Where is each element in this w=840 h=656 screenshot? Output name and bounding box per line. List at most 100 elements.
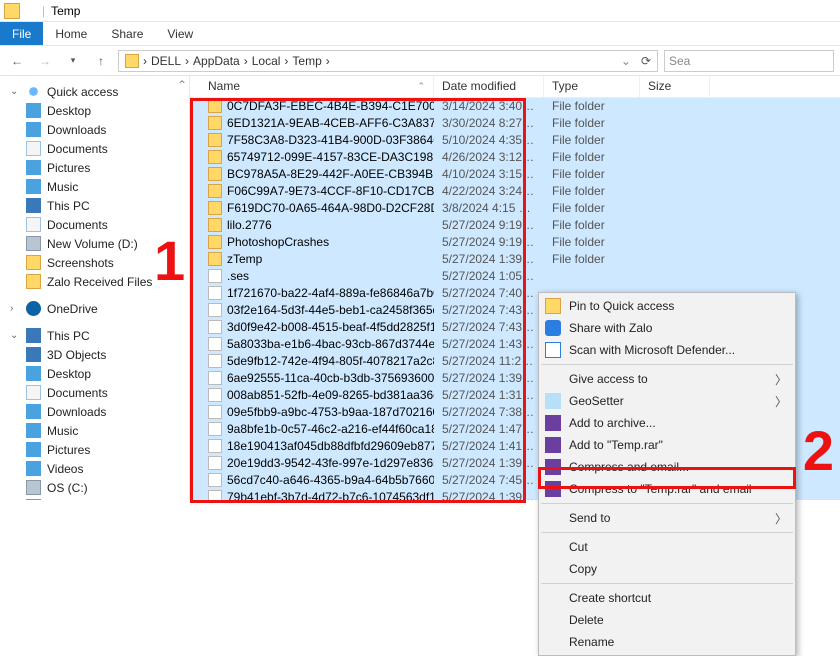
menu-copy[interactable]: Copy: [539, 558, 795, 580]
file-tab[interactable]: File: [0, 22, 43, 45]
table-row[interactable]: 65749712-099E-4157-83CE-DA3C198BDA174/26…: [190, 149, 840, 166]
column-date[interactable]: Date modified: [434, 76, 544, 97]
table-row[interactable]: F619DC70-0A65-464A-98D0-D2CF28D2F1753/8/…: [190, 200, 840, 217]
file-type: File folder: [544, 235, 640, 249]
menu-create-shortcut[interactable]: Create shortcut: [539, 587, 795, 609]
file-name: .ses: [227, 269, 249, 283]
chevron-up-icon[interactable]: ⌃: [177, 78, 187, 92]
search-placeholder: Sea: [669, 54, 690, 68]
file-name: F619DC70-0A65-464A-98D0-D2CF28D2F175: [227, 201, 434, 215]
up-button[interactable]: ↑: [90, 50, 112, 72]
sidebar-item[interactable]: Desktop: [0, 101, 189, 120]
downloads-icon: [26, 404, 41, 419]
pc-icon: [26, 198, 41, 213]
address-bar: ← → ▾ ↑ › DELL › AppData › Local › Temp …: [0, 46, 840, 76]
file-type: File folder: [544, 150, 640, 164]
file-name: BC978A5A-8E29-442F-A0EE-CB394BF25B7F: [227, 167, 434, 181]
tab-share[interactable]: Share: [99, 22, 155, 45]
file-name: 008ab851-52fb-4e09-8265-bd381aa36d0f.tmp: [227, 388, 434, 402]
sidebar-item[interactable]: Zalo Received Files: [0, 272, 189, 291]
file-name: 56cd7c40-a646-4365-b9a4-64b5b7660991.tmp: [227, 473, 434, 487]
crumb[interactable]: Temp: [292, 54, 321, 68]
table-row[interactable]: lilo.27765/27/2024 9:19 AMFile folder: [190, 217, 840, 234]
sidebar-item[interactable]: Pictures: [0, 440, 189, 459]
breadcrumb[interactable]: › DELL › AppData › Local › Temp › ⌄ ⟳: [118, 50, 658, 72]
file-name: 1f721670-ba22-4af4-889a-fe86846a7b03.tmp: [227, 286, 434, 300]
crumb[interactable]: Local: [252, 54, 281, 68]
tab-home[interactable]: Home: [43, 22, 99, 45]
tab-view[interactable]: View: [155, 22, 205, 45]
archive-icon: [545, 437, 561, 453]
archive-icon: [545, 415, 561, 431]
table-row[interactable]: 7F58C3A8-D323-41B4-900D-03F38646A1B05/10…: [190, 132, 840, 149]
sidebar-item[interactable]: OS (C:): [0, 478, 189, 497]
sidebar-onedrive[interactable]: ›OneDrive: [0, 299, 189, 318]
table-row[interactable]: 6ED1321A-9EAB-4CEB-AFF6-C3A83718E1533/30…: [190, 115, 840, 132]
sidebar-item[interactable]: Pictures: [0, 158, 189, 177]
menu-pin[interactable]: Pin to Quick access: [539, 295, 795, 317]
file-icon: [208, 388, 222, 402]
sidebar-item[interactable]: Documents: [0, 215, 189, 234]
back-button[interactable]: ←: [6, 50, 28, 72]
table-row[interactable]: zTemp5/27/2024 1:39 PMFile folder: [190, 251, 840, 268]
refresh-icon[interactable]: ⟳: [641, 54, 651, 68]
file-type: File folder: [544, 133, 640, 147]
table-row[interactable]: .ses 5/27/2024 1:05 PM: [190, 268, 840, 285]
sidebar-item[interactable]: Music: [0, 177, 189, 196]
sidebar-item[interactable]: This PC: [0, 196, 189, 215]
sidebar-item[interactable]: Downloads: [0, 402, 189, 421]
table-row[interactable]: PhotoshopCrashes5/27/2024 9:19 AMFile fo…: [190, 234, 840, 251]
file-date: 4/22/2024 3:24 PM: [434, 184, 544, 198]
context-menu: Pin to Quick access Share with Zalo Scan…: [538, 292, 796, 656]
sidebar-this-pc[interactable]: ⌄This PC: [0, 326, 189, 345]
sidebar-item[interactable]: Downloads: [0, 120, 189, 139]
dropdown-icon[interactable]: ⌄: [621, 54, 631, 68]
crumb[interactable]: DELL: [151, 54, 181, 68]
pin-icon: [545, 298, 561, 314]
folder-icon: [4, 3, 20, 19]
file-date: 5/27/2024 1:05 PM: [434, 269, 544, 283]
sidebar-item[interactable]: Music: [0, 421, 189, 440]
column-headers: Name⌃ Date modified Type Size: [190, 76, 840, 98]
menu-cut[interactable]: Cut: [539, 536, 795, 558]
file-name: 6ED1321A-9EAB-4CEB-AFF6-C3A83718E153: [227, 116, 434, 130]
folder-icon: [208, 252, 222, 266]
file-date: 5/27/2024 7:38 AM: [434, 405, 544, 419]
sidebar-item[interactable]: 3D Objects: [0, 345, 189, 364]
file-date: 5/27/2024 1:47 PM: [434, 422, 544, 436]
menu-share-zalo[interactable]: Share with Zalo: [539, 317, 795, 339]
crumb[interactable]: AppData: [193, 54, 240, 68]
forward-button[interactable]: →: [34, 50, 56, 72]
menu-rename[interactable]: Rename: [539, 631, 795, 653]
sidebar-item[interactable]: Screenshots: [0, 253, 189, 272]
menu-defender[interactable]: Scan with Microsoft Defender...: [539, 339, 795, 361]
table-row[interactable]: BC978A5A-8E29-442F-A0EE-CB394BF25B7F4/10…: [190, 166, 840, 183]
documents-icon: [26, 385, 41, 400]
menu-send-to[interactable]: Send to〉: [539, 507, 795, 529]
ribbon: File Home Share View: [0, 22, 840, 46]
recent-button[interactable]: ▾: [62, 50, 84, 72]
column-type[interactable]: Type: [544, 76, 640, 97]
menu-compress-email[interactable]: Compress and email...: [539, 456, 795, 478]
documents-icon: [26, 217, 41, 232]
table-row[interactable]: F06C99A7-9E73-4CCF-8F10-CD17CBE5BA784/22…: [190, 183, 840, 200]
file-date: 5/27/2024 7:45 AM: [434, 473, 544, 487]
menu-add-temp-rar[interactable]: Add to "Temp.rar": [539, 434, 795, 456]
menu-give-access[interactable]: Give access to〉: [539, 368, 795, 390]
table-row[interactable]: 0C7DFA3F-EBEC-4B4E-B394-C1E700ECD42F3/14…: [190, 98, 840, 115]
file-type: File folder: [544, 99, 640, 113]
menu-geosetter[interactable]: GeoSetter〉: [539, 390, 795, 412]
menu-compress-rar-email[interactable]: Compress to "Temp.rar" and email: [539, 478, 795, 500]
menu-add-archive[interactable]: Add to archive...: [539, 412, 795, 434]
sidebar-item[interactable]: Desktop: [0, 364, 189, 383]
sidebar-item[interactable]: Videos: [0, 459, 189, 478]
column-size[interactable]: Size: [640, 76, 710, 97]
search-input[interactable]: Sea: [664, 50, 834, 72]
sidebar-item[interactable]: Documents: [0, 139, 189, 158]
file-type: File folder: [544, 184, 640, 198]
menu-delete[interactable]: Delete: [539, 609, 795, 631]
sidebar-item[interactable]: Documents: [0, 383, 189, 402]
sidebar-item[interactable]: New Volume (D:): [0, 234, 189, 253]
column-name[interactable]: Name⌃: [200, 76, 434, 97]
sidebar-quick-access[interactable]: ⌄Quick access: [0, 82, 189, 101]
